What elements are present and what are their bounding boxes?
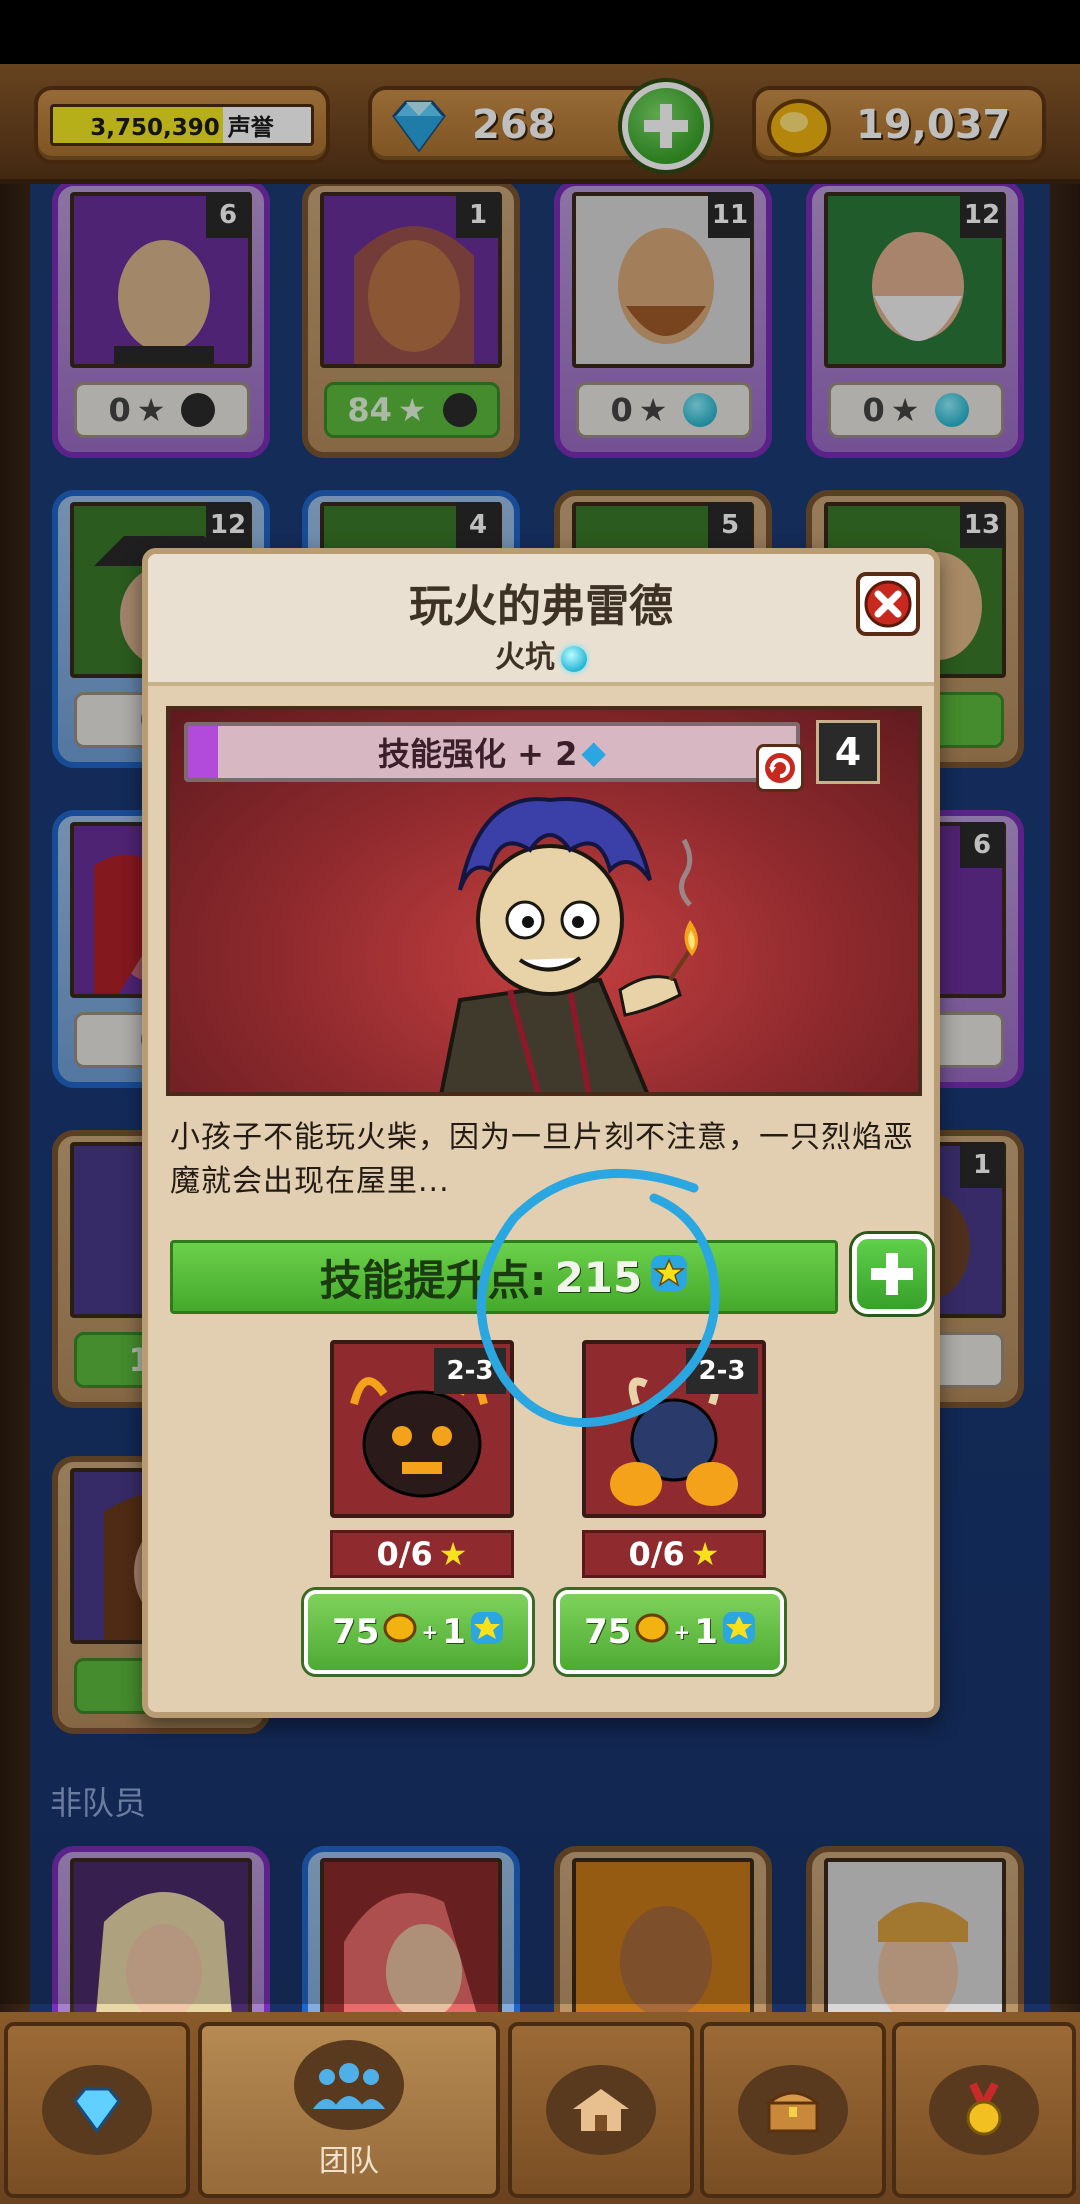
- annotation-circle: [476, 1169, 720, 1428]
- gold-coin-icon: [383, 1612, 417, 1652]
- skill-upgrade-button[interactable]: 75 + 1: [556, 1590, 784, 1674]
- star-icon: [470, 1611, 504, 1654]
- team-icon: [313, 2063, 385, 2109]
- element-orb-icon: [561, 645, 587, 672]
- nav-icon-wrap: [738, 2065, 848, 2155]
- skill-upgrade-button[interactable]: 75 + 1: [304, 1590, 532, 1674]
- diamond-icon: ◆: [581, 733, 606, 771]
- star-icon: [722, 1611, 756, 1654]
- star-icon: ★: [690, 1535, 720, 1573]
- bottom-navigation: 团队: [0, 2012, 1080, 2204]
- modal-header: 玩火的弗雷德 火坑: [148, 554, 934, 686]
- house-icon: [573, 2089, 629, 2131]
- plus-sign: +: [421, 1620, 439, 1644]
- add-skill-points-button[interactable]: [852, 1234, 932, 1314]
- nav-achievements[interactable]: [892, 2022, 1076, 2198]
- skill-boost-label: 技能强化 + 2 ◆: [378, 733, 606, 773]
- chest-icon: [764, 2091, 822, 2133]
- gem-icon: [73, 2087, 121, 2134]
- nav-label: 团队: [319, 2144, 379, 2179]
- nav-chest[interactable]: [700, 2022, 886, 2198]
- hero-art-frame: 技能强化 + 2 ◆ 4: [166, 706, 922, 1096]
- plus-icon: [871, 1253, 913, 1295]
- hero-level: 4: [816, 720, 880, 784]
- hero-detail-modal: 玩火的弗雷德 火坑 技能强化 + 2 ◆ 4 小孩子不能玩火柴，因为一旦片刻不注…: [142, 548, 940, 1718]
- nav-town[interactable]: [508, 2022, 694, 2198]
- nav-icon-wrap: [546, 2065, 656, 2155]
- refresh-icon: [765, 753, 795, 783]
- nav-icon-wrap: [42, 2065, 152, 2155]
- plus-sign: +: [673, 1620, 691, 1644]
- nav-shop[interactable]: [4, 2022, 190, 2198]
- skill-progress: 0/6 ★: [330, 1530, 514, 1578]
- star-icon: ★: [438, 1535, 468, 1573]
- skill-boost-bar: 技能强化 + 2 ◆: [184, 722, 804, 792]
- skill-progress: 0/6 ★: [582, 1530, 766, 1578]
- hero-portrait-fred: [439, 797, 699, 1092]
- close-icon: [864, 580, 912, 628]
- hero-element: 火坑: [148, 632, 934, 676]
- hero-name: 玩火的弗雷德: [409, 581, 673, 632]
- nav-icon-wrap: [929, 2065, 1039, 2155]
- gold-coin-icon: [635, 1612, 669, 1652]
- medal-icon: [966, 2082, 1002, 2136]
- reroll-button[interactable]: [756, 744, 804, 792]
- nav-team[interactable]: 团队: [198, 2022, 500, 2198]
- nav-icon-wrap: [294, 2040, 404, 2130]
- close-button[interactable]: [856, 572, 920, 636]
- element-label: 火坑: [495, 640, 555, 675]
